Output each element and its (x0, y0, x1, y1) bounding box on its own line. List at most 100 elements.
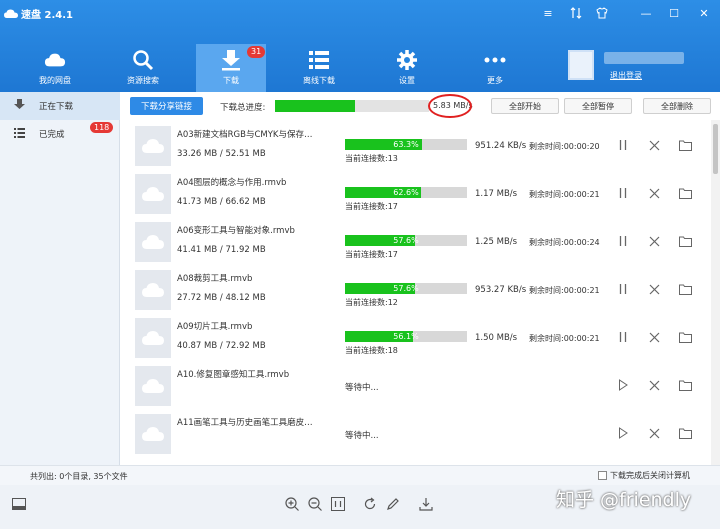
folder-icon[interactable] (677, 329, 693, 345)
file-size: 41.73 MB / 66.62 MB (177, 197, 266, 207)
folder-icon[interactable] (677, 137, 693, 153)
edit-pencil-icon[interactable] (384, 495, 402, 513)
actual-size-icon[interactable] (329, 495, 347, 513)
more-icon (484, 49, 506, 71)
pause-icon[interactable] (615, 281, 631, 297)
app-title: 速盘 2.4.1 (4, 6, 73, 21)
nav-resource-search[interactable]: 资源搜索 (108, 44, 178, 92)
file-thumbnail-cloud-icon (135, 270, 171, 310)
download-row[interactable]: A10.修复图章感知工具.rmvb 等待中... (121, 360, 711, 407)
download-row[interactable]: A08裁剪工具.rmvb 27.72 MB / 48.12 MB 57.6% 当前连接… (121, 264, 711, 311)
close-icon[interactable] (646, 425, 662, 441)
user-name (604, 52, 684, 64)
nav-offline-download[interactable]: 离线下载 (284, 44, 354, 92)
folder-icon[interactable] (677, 233, 693, 249)
download-speed: 1.17 MB/s (475, 189, 518, 199)
connection-count: 当前连接数:17 (345, 250, 398, 259)
logout-link[interactable]: 退出登录 (610, 70, 642, 81)
file-name: A08裁剪工具.rmvb (177, 274, 253, 284)
start-play-icon[interactable] (615, 377, 631, 393)
window-layout-icon[interactable] (10, 495, 28, 513)
file-size: 27.72 MB / 48.12 MB (177, 293, 266, 303)
status-bar: 共列出: 0个目录, 35个文件 下载完成后关闭计算机 (0, 465, 720, 485)
bottom-bar: 知乎 @friendly (0, 485, 720, 529)
nav-my-drive[interactable]: 我的网盘 (20, 44, 90, 92)
nav-settings[interactable]: 设置 (372, 44, 442, 92)
download-row[interactable]: A03新建文档RGB与CMYK与保存… 33.26 MB / 52.51 MB 63… (121, 120, 711, 167)
file-progress-percent: 57.6% (393, 236, 419, 245)
file-size: 33.26 MB / 52.51 MB (177, 149, 266, 159)
folder-icon[interactable] (677, 185, 693, 201)
sidebar-item-completed[interactable]: 已完成 118 (0, 120, 120, 148)
pause-icon[interactable] (615, 137, 631, 153)
download-row[interactable]: A11画笔工具与历史画笔工具磨皮… 等待中... (121, 408, 711, 455)
transfer-icon[interactable] (562, 2, 590, 24)
close-icon[interactable] (646, 281, 662, 297)
shutdown-checkbox[interactable] (598, 471, 607, 480)
close-icon[interactable] (646, 329, 662, 345)
file-thumbnail-cloud-icon (135, 174, 171, 214)
connection-count: 当前连接数:12 (345, 298, 398, 307)
download-row[interactable]: A06变形工具与智能对象.rmvb 41.41 MB / 71.92 MB 57.6… (121, 216, 711, 263)
gear-icon (396, 49, 418, 71)
download-share-link-button[interactable]: 下载分享链接 (130, 97, 203, 115)
file-name: A06变形工具与智能对象.rmvb (177, 226, 295, 236)
download-count-badge: 31 (247, 46, 266, 58)
minimize-icon[interactable]: — (632, 2, 660, 24)
start-play-icon[interactable] (615, 425, 631, 441)
file-size: 40.87 MB / 72.92 MB (177, 341, 266, 351)
connection-count: 当前连接数:17 (345, 202, 398, 211)
zoom-in-icon[interactable] (283, 495, 301, 513)
list-scrollbar[interactable] (711, 120, 720, 465)
sidebar-item-label: 正在下载 (39, 102, 74, 112)
file-progress-bar: 56.1% (345, 331, 467, 342)
folder-icon[interactable] (677, 377, 693, 393)
rotate-icon[interactable] (361, 495, 379, 513)
download-row[interactable]: A09切片工具.rmvb 40.87 MB / 72.92 MB 56.1% 当前连接… (121, 312, 711, 359)
remaining-time: 剩余时间:00:00:20 (529, 142, 600, 151)
file-name: A10.修复图章感知工具.rmvb (177, 370, 290, 380)
nav-label: 下载 (223, 76, 239, 85)
sidebar-item-label: 已完成 (39, 130, 65, 140)
nav-label: 我的网盘 (39, 76, 71, 85)
save-download-icon[interactable] (417, 495, 435, 513)
pause-icon[interactable] (615, 233, 631, 249)
app-logo-icon (4, 9, 18, 18)
pause-icon[interactable] (615, 185, 631, 201)
remaining-time: 剩余时间:00:00:21 (529, 286, 600, 295)
scrollbar-thumb[interactable] (713, 124, 718, 174)
skin-icon[interactable] (588, 2, 616, 24)
close-icon[interactable] (646, 137, 662, 153)
nav-label: 资源搜索 (127, 76, 159, 85)
avatar[interactable] (568, 50, 594, 80)
folder-icon[interactable] (677, 425, 693, 441)
connection-count: 当前连接数:13 (345, 154, 398, 163)
nav-more[interactable]: 更多 (460, 44, 530, 92)
file-name: A04图层的概念与作用.rmvb (177, 178, 287, 188)
folder-icon[interactable] (677, 281, 693, 297)
file-progress-percent: 56.1% (393, 332, 419, 341)
sidebar-item-downloading[interactable]: 正在下载 (0, 92, 120, 120)
file-thumbnail-cloud-icon (135, 414, 171, 454)
close-icon[interactable] (646, 233, 662, 249)
file-size: 41.41 MB / 71.92 MB (177, 245, 266, 255)
title-row: 速盘 2.4.1 ≡ — ☐ ✕ (0, 0, 720, 44)
pause-all-button[interactable]: 全部暂停 (564, 98, 632, 114)
sidebar: 正在下载 已完成 118 (0, 92, 120, 465)
file-progress-bar: 57.6% (345, 283, 467, 294)
search-icon (132, 49, 154, 71)
remaining-time: 剩余时间:00:00:21 (529, 334, 600, 343)
close-icon[interactable] (646, 185, 662, 201)
maximize-icon[interactable]: ☐ (660, 2, 688, 24)
window-menu-icon[interactable]: ≡ (534, 2, 562, 24)
close-icon[interactable]: ✕ (690, 2, 718, 24)
download-row[interactable]: A04图层的概念与作用.rmvb 41.73 MB / 66.62 MB 62.6%… (121, 168, 711, 215)
file-name: A11画笔工具与历史画笔工具磨皮… (177, 418, 313, 428)
close-icon[interactable] (646, 377, 662, 393)
zoom-out-icon[interactable] (306, 495, 324, 513)
start-all-button[interactable]: 全部开始 (491, 98, 559, 114)
delete-all-button[interactable]: 全部删除 (643, 98, 711, 114)
pause-icon[interactable] (615, 329, 631, 345)
shutdown-label: 下载完成后关闭计算机 (610, 471, 690, 480)
shutdown-after-download-option[interactable]: 下载完成后关闭计算机 (598, 470, 690, 481)
